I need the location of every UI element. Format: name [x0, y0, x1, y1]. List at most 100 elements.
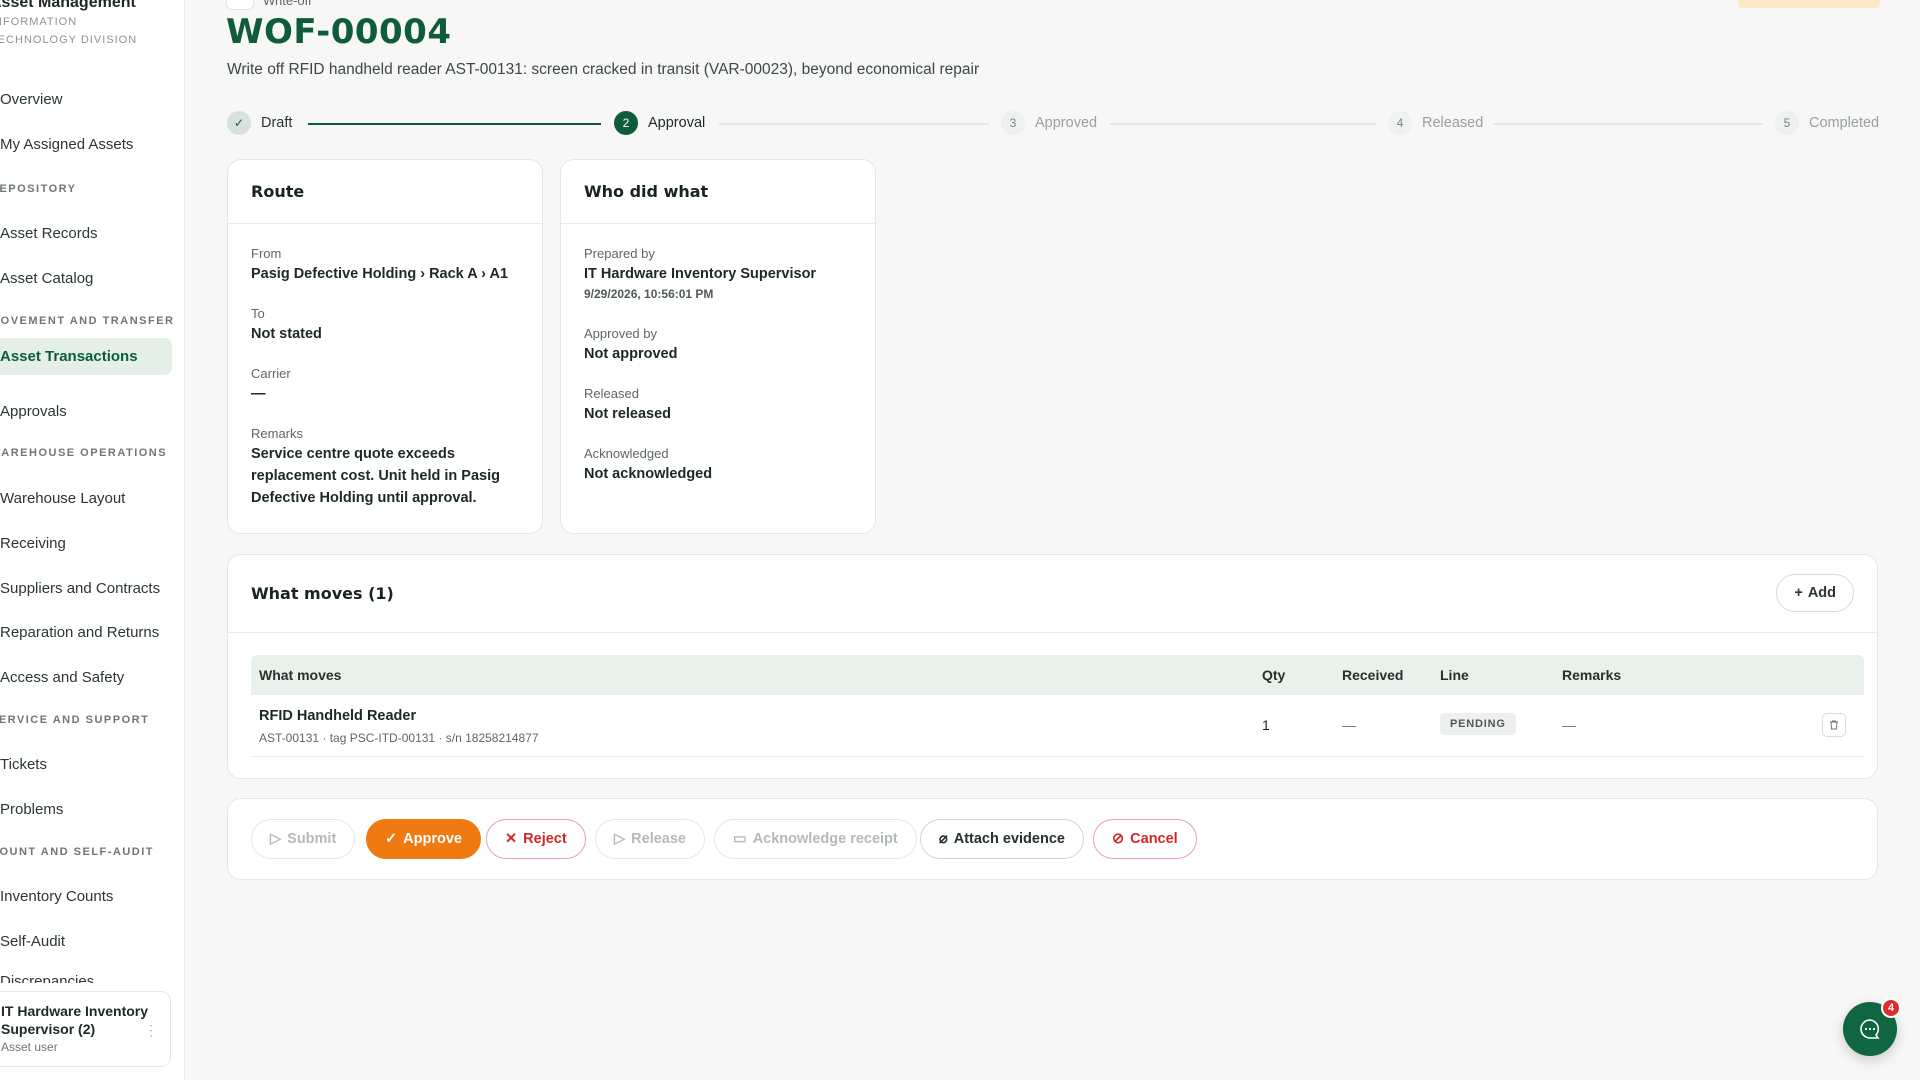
- page-title: WOF-00004: [226, 12, 452, 52]
- sidebar-item-receiving[interactable]: Receiving: [0, 525, 172, 562]
- notification-count-badge: 4: [1881, 998, 1901, 1018]
- step-completed: 5 Completed: [1775, 111, 1879, 135]
- item-meta: AST-00131 · tag PSC-ITD-00131 · s/n 1825…: [259, 731, 539, 745]
- submit-button[interactable]: ▷ Submit: [251, 819, 356, 859]
- item-received: —: [1342, 717, 1356, 733]
- action-bar: ▷ Submit ✓ Approve ✕ Reject ▷ Release ▭ …: [227, 798, 1878, 880]
- step-approved: 3 Approved: [1001, 111, 1097, 135]
- sidebar-item-tickets[interactable]: Tickets: [0, 746, 172, 783]
- sidebar-item-assigned-assets[interactable]: My Assigned Assets: [0, 126, 172, 163]
- sidebar-section-count-audit: COUNT AND SELF-AUDIT: [0, 846, 155, 858]
- field-label: Prepared by: [584, 246, 655, 261]
- acknowledge-receipt-button[interactable]: ▭ Acknowledge receipt: [714, 819, 917, 859]
- plus-icon: +: [1794, 585, 1803, 601]
- field-value: Pasig Defective Holding › Rack A › A1: [251, 266, 509, 282]
- what-moves-title: What moves (1): [228, 555, 1877, 633]
- release-button[interactable]: ▷ Release: [595, 819, 705, 859]
- step-connector: [1493, 123, 1763, 125]
- approve-button[interactable]: ✓ Approve: [366, 819, 481, 859]
- add-label: Add: [1807, 585, 1836, 601]
- prepared-timestamp: 9/29/2026, 10:56:01 PM: [584, 287, 714, 301]
- step-number: 3: [1001, 111, 1025, 135]
- sidebar-item-asset-catalog[interactable]: Asset Catalog: [0, 260, 172, 297]
- brand-subtitle: INFORMATION TECHNOLOGY DIVISION: [0, 16, 138, 46]
- more-vertical-icon[interactable]: ⋮: [144, 1022, 158, 1039]
- sidebar-item-inventory-counts[interactable]: Inventory Counts: [0, 878, 172, 915]
- sidebar-brand: Asset Management INFORMATION TECHNOLOGY …: [0, 0, 150, 49]
- sidebar-item-suppliers-contracts[interactable]: Suppliers and Contracts: [0, 570, 172, 607]
- sidebar-item-overview[interactable]: Overview: [0, 81, 172, 118]
- sidebar-section-repository: REPOSITORY: [0, 183, 77, 195]
- ban-icon: ⊘: [1112, 831, 1125, 847]
- step-approval: 2 Approval: [614, 111, 705, 135]
- route-card: Route From Pasig Defective Holding › Rac…: [227, 159, 543, 534]
- chat-icon: [1860, 1019, 1880, 1039]
- attach-label: Attach evidence: [953, 831, 1065, 847]
- add-button[interactable]: + Add: [1776, 574, 1854, 612]
- col-what-moves: What moves: [259, 667, 342, 683]
- page-description: Write off RFID handheld reader AST-00131…: [227, 61, 980, 78]
- reject-button[interactable]: ✕ Reject: [486, 819, 586, 859]
- send-icon: ▷: [270, 831, 282, 847]
- sidebar-item-reparation-returns[interactable]: Reparation and Returns: [0, 614, 172, 651]
- route-carrier: Carrier —: [251, 366, 291, 405]
- delete-row-button[interactable]: [1822, 713, 1846, 737]
- approve-label: Approve: [403, 831, 462, 847]
- field-value: Not released: [584, 406, 672, 422]
- step-number: 2: [614, 111, 638, 135]
- release-label: Release: [631, 831, 686, 847]
- route-card-title: Route: [228, 160, 542, 224]
- breadcrumb[interactable]: Write-off: [263, 0, 312, 8]
- close-icon: ✕: [505, 831, 518, 847]
- sidebar-item-asset-records[interactable]: Asset Records: [0, 215, 172, 252]
- item-qty: 1: [1262, 717, 1270, 733]
- step-label: Released: [1422, 115, 1484, 131]
- table-header: What moves Qty Received Line Remarks: [251, 655, 1864, 695]
- sidebar-item-warehouse-layout[interactable]: Warehouse Layout: [0, 480, 172, 517]
- field-value: Service centre quote exceeds replacement…: [251, 446, 500, 506]
- check-icon: ✓: [385, 831, 398, 847]
- user-name: IT Hardware Inventory Supervisor (2): [1, 1003, 149, 1037]
- acknowledged-by: Acknowledged Not acknowledged: [584, 446, 712, 485]
- user-role: Asset user: [1, 1040, 58, 1054]
- released-by: Released Not released: [584, 386, 671, 425]
- step-label: Approved: [1035, 115, 1098, 131]
- sidebar-section-service-support: SERVICE AND SUPPORT: [0, 714, 150, 726]
- cancel-button[interactable]: ⊘ Cancel: [1093, 819, 1197, 859]
- field-value: Not stated: [251, 326, 322, 342]
- col-remarks: Remarks: [1562, 667, 1622, 683]
- attach-evidence-button[interactable]: ⌀ Attach evidence: [920, 819, 1084, 859]
- route-from: From Pasig Defective Holding › Rack A › …: [251, 246, 508, 285]
- back-button[interactable]: [226, 0, 254, 10]
- field-value: Not approved: [584, 346, 678, 362]
- brand-title: Asset Management: [0, 0, 136, 11]
- col-line: Line: [1440, 667, 1469, 683]
- sidebar: Asset Management INFORMATION TECHNOLOGY …: [0, 0, 185, 1080]
- who-did-what-card: Who did what Prepared by IT Hardware Inv…: [560, 159, 876, 534]
- submit-label: Submit: [287, 831, 337, 847]
- sidebar-item-approvals[interactable]: Approvals: [0, 393, 172, 430]
- field-label: Released: [584, 386, 639, 401]
- step-connector: [1110, 123, 1376, 125]
- field-value: Not acknowledged: [584, 466, 713, 482]
- route-to: To Not stated: [251, 306, 322, 345]
- chat-button[interactable]: 4: [1843, 998, 1901, 1056]
- field-label: Carrier: [251, 366, 291, 381]
- status-chip: [1738, 0, 1880, 8]
- field-label: To: [251, 306, 265, 321]
- step-label: Approval: [648, 115, 706, 131]
- sidebar-item-access-safety[interactable]: Access and Safety: [0, 659, 172, 696]
- sidebar-item-asset-transactions[interactable]: Asset Transactions: [0, 338, 172, 375]
- sidebar-item-audit[interactable]: Self-Audit: [0, 923, 172, 960]
- table-row: RFID Handheld Reader AST-00131 · tag PSC…: [251, 695, 1864, 757]
- approved-by: Approved by Not approved: [584, 326, 677, 365]
- step-number: 5: [1775, 111, 1799, 135]
- user-card[interactable]: IT Hardware Inventory Supervisor (2) Ass…: [0, 991, 171, 1067]
- acknowledge-label: Acknowledge receipt: [752, 831, 898, 847]
- check-icon: ✓: [227, 111, 251, 135]
- sidebar-item-problems[interactable]: Problems: [0, 791, 172, 828]
- send-icon: ▷: [614, 831, 626, 847]
- trash-icon: [1830, 720, 1838, 730]
- sidebar-item-discrepancies[interactable]: Discrepancies: [0, 965, 172, 983]
- who-card-title: Who did what: [561, 160, 875, 224]
